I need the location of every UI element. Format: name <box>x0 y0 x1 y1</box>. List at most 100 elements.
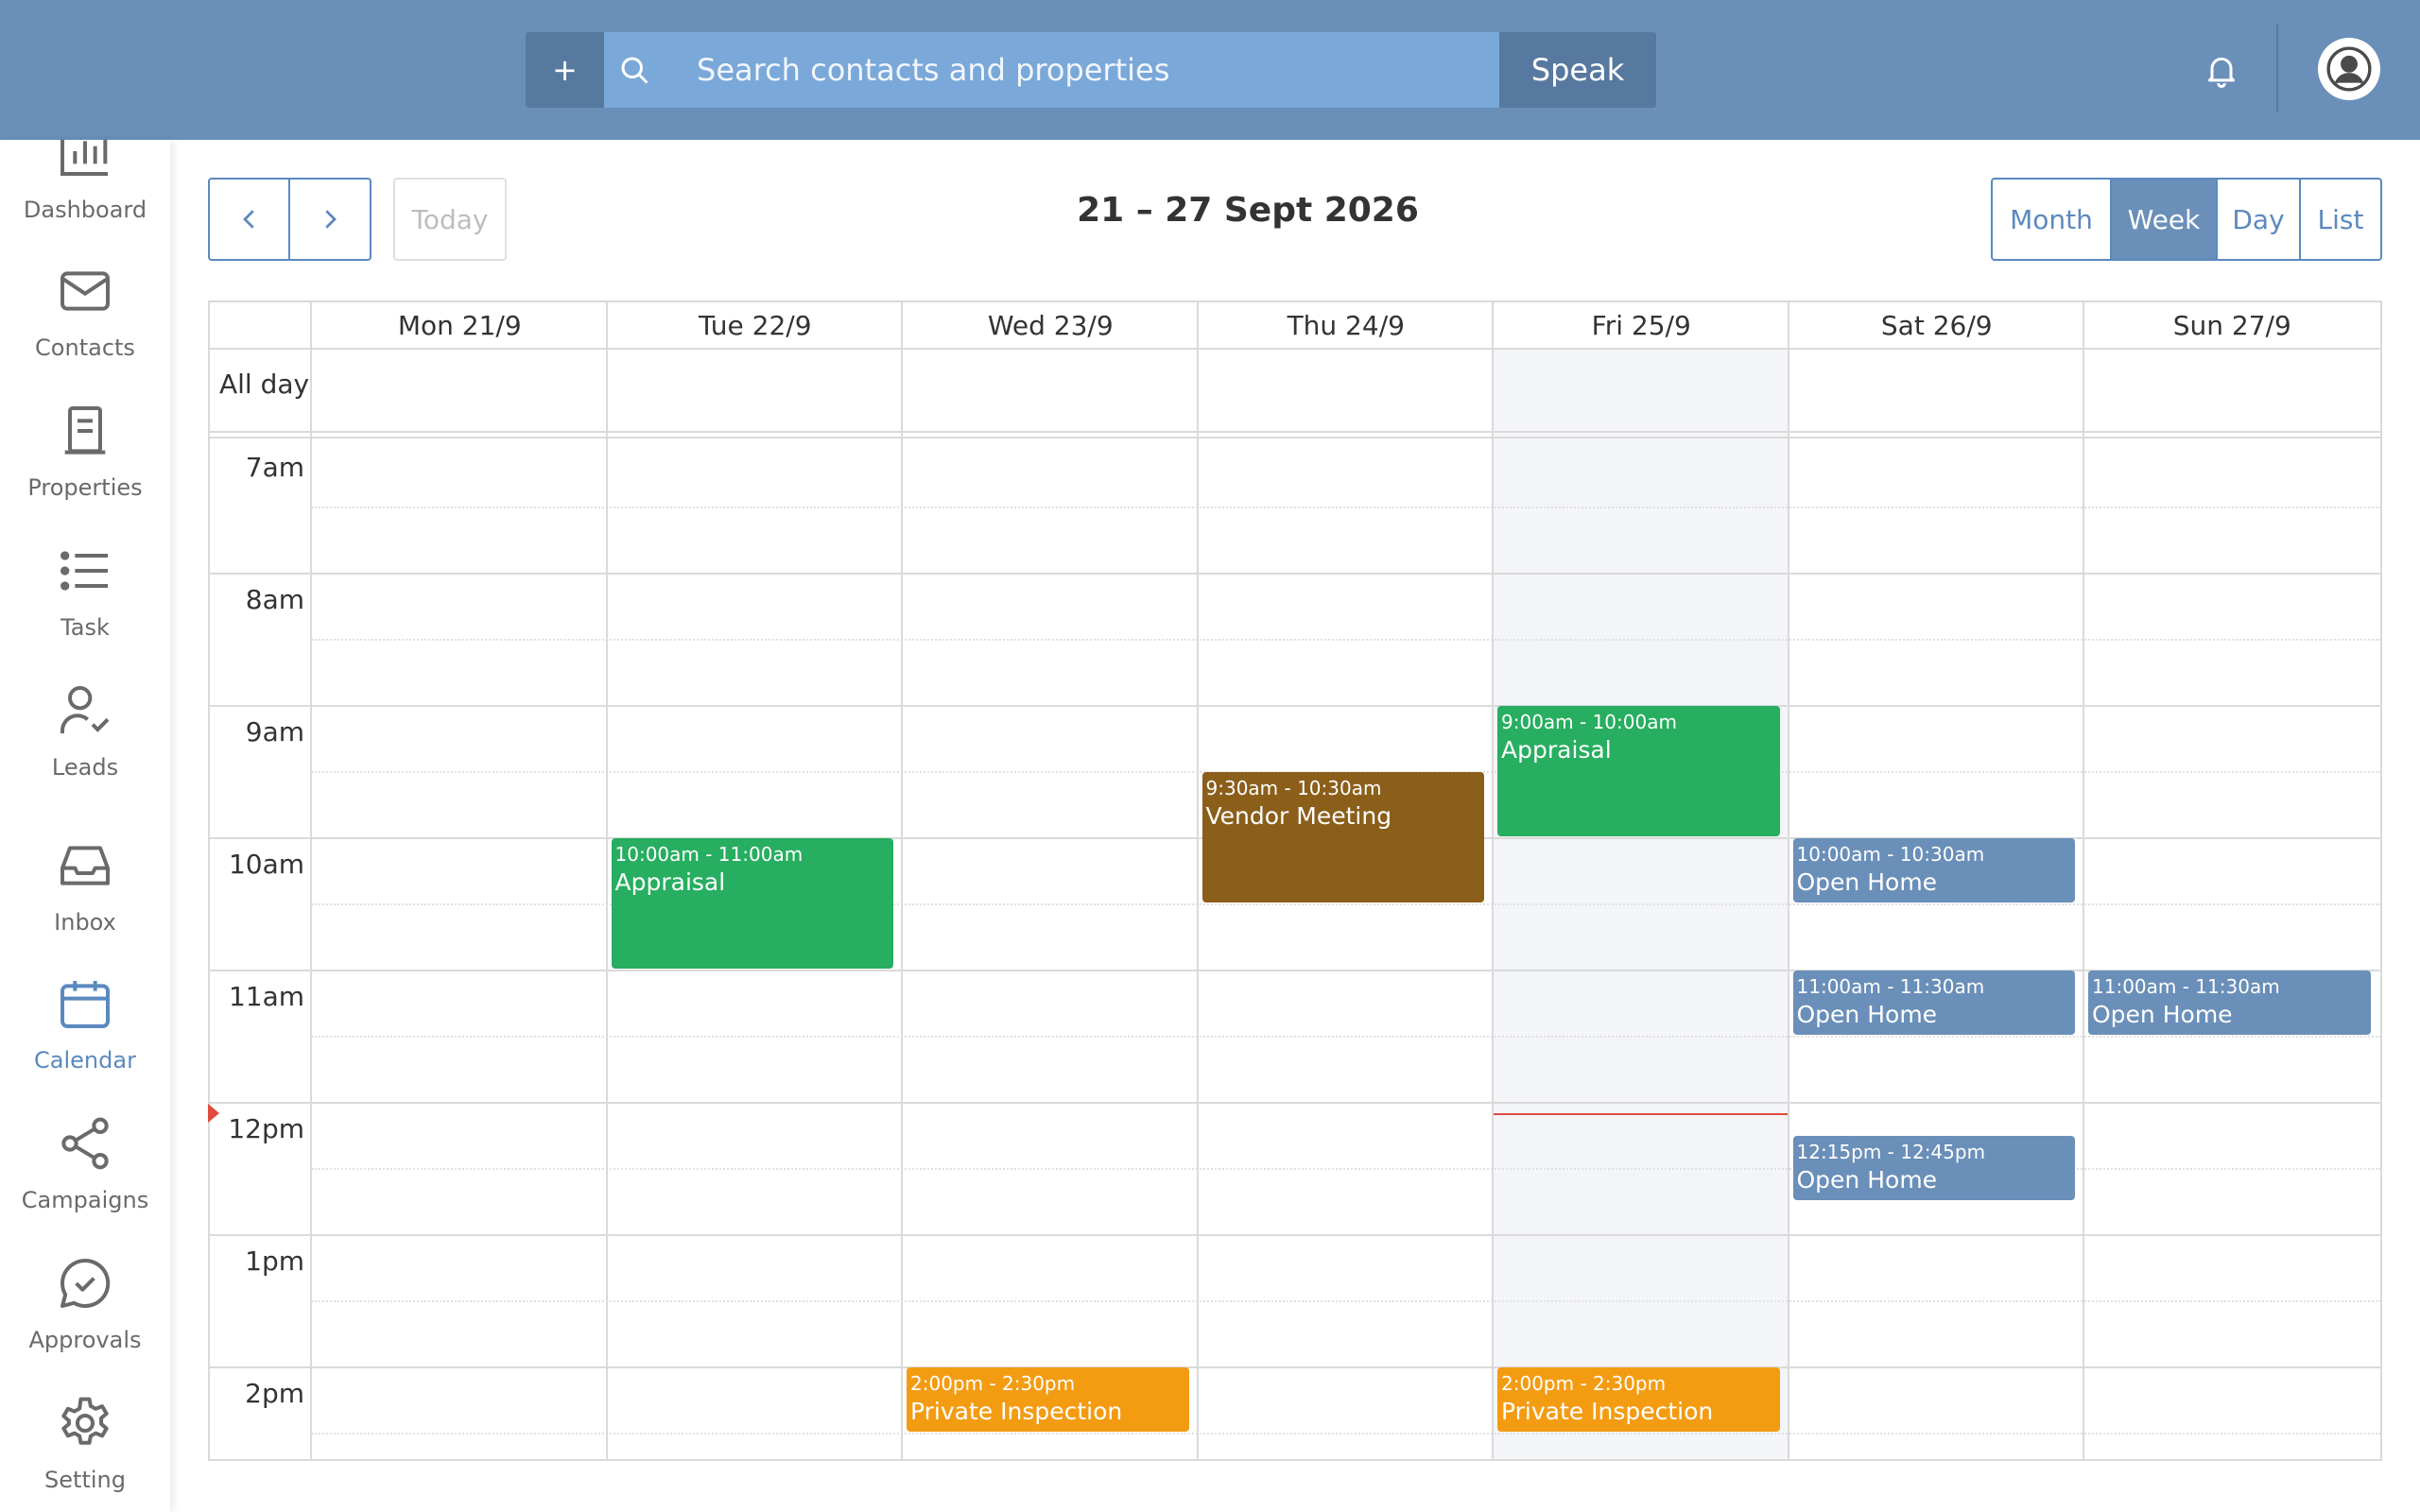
chevron-right-icon <box>325 210 337 229</box>
all-day-label: All day <box>219 369 310 400</box>
sidebar-item-task[interactable]: Task <box>0 541 170 673</box>
sidebar-item-properties[interactable]: Properties <box>0 401 170 533</box>
day-header[interactable]: Sun 27/9 <box>2084 302 2380 350</box>
event-time: 9:00am - 10:00am <box>1501 711 1677 733</box>
add-button[interactable]: + <box>526 32 604 108</box>
event-time: 12:15pm - 12:45pm <box>1796 1141 1986 1163</box>
sidebar-item-approvals[interactable]: Approvals <box>0 1253 170 1385</box>
sidebar-item-setting[interactable]: Setting <box>0 1393 170 1512</box>
sidebar-item-label: Dashboard <box>23 197 147 223</box>
event-title: Appraisal <box>1501 736 1612 764</box>
time-label: 1pm <box>245 1246 304 1277</box>
grid-column-line <box>1196 302 1199 1459</box>
day-header[interactable]: Mon 21/9 <box>312 302 608 350</box>
search-box <box>604 32 1499 108</box>
calendar-event[interactable]: 9:00am - 10:00am Appraisal <box>1497 706 1780 836</box>
day-header[interactable]: Wed 23/9 <box>903 302 1199 350</box>
view-list-button[interactable]: List <box>2299 178 2382 261</box>
today-button[interactable]: Today <box>393 178 507 261</box>
calendar-event[interactable]: 2:00pm - 2:30pm Private Inspection <box>1497 1367 1780 1432</box>
chat-check-icon <box>60 1258 111 1308</box>
speak-button[interactable]: Speak <box>1499 32 1656 108</box>
inbox-icon <box>60 846 110 885</box>
day-header[interactable]: Thu 24/9 <box>1199 302 1495 350</box>
time-label: 11am <box>228 981 304 1012</box>
user-avatar[interactable] <box>2318 38 2380 100</box>
hour-line <box>210 1102 2380 1104</box>
calendar-event[interactable]: 12:15pm - 12:45pm Open Home <box>1792 1136 2075 1200</box>
sidebar-item-inbox[interactable]: Inbox <box>0 835 170 968</box>
sidebar-item-label: Campaigns <box>21 1187 149 1213</box>
prev-week-button[interactable] <box>208 178 290 261</box>
bar-chart-icon <box>60 140 108 176</box>
grid-column-line <box>1492 302 1494 1459</box>
calendar-event[interactable]: 11:00am - 11:30am Open Home <box>2088 971 2371 1035</box>
time-label: 8am <box>245 584 304 615</box>
event-time: 2:00pm - 2:30pm <box>910 1372 1076 1395</box>
event-time: 2:00pm - 2:30pm <box>1501 1372 1667 1395</box>
half-hour-line <box>312 507 2380 508</box>
sidebar-item-label: Properties <box>27 474 143 501</box>
calendar-event[interactable]: 11:00am - 11:30am Open Home <box>1792 971 2075 1035</box>
day-header[interactable]: Tue 22/9 <box>608 302 904 350</box>
calendar-icon <box>60 981 110 1028</box>
sidebar-item-label: Inbox <box>54 909 116 936</box>
sidebar-item-label: Setting <box>44 1467 126 1493</box>
event-title: Private Inspection <box>1501 1398 1714 1425</box>
next-week-button[interactable] <box>288 178 372 261</box>
header-divider <box>2276 25 2278 112</box>
view-day-button[interactable]: Day <box>2216 178 2301 261</box>
week-calendar: All day 7am 8am 9am 10am 11am 12pm 1pm 2pm Mon … <box>208 301 2382 1461</box>
event-time: 11:00am - 11:30am <box>1796 975 1985 998</box>
day-header[interactable]: Fri 25/9 <box>1494 302 1789 350</box>
calendar-event[interactable]: 10:00am - 10:30am Open Home <box>1792 838 2075 902</box>
envelope-icon <box>60 271 110 311</box>
grid-line <box>210 431 2380 433</box>
grid-column-line <box>1787 302 1789 1459</box>
half-hour-line <box>312 1300 2380 1302</box>
sidebar-item-campaigns[interactable]: Campaigns <box>0 1113 170 1246</box>
calendar-event[interactable]: 10:00am - 11:00am Appraisal <box>611 838 893 969</box>
chevron-left-icon <box>242 210 254 229</box>
current-time-marker <box>208 1103 219 1123</box>
top-bar: + Speak <box>0 0 2420 140</box>
grid-line <box>210 437 2380 438</box>
share-icon <box>61 1117 109 1170</box>
gear-icon <box>61 1397 109 1445</box>
sidebar-item-calendar[interactable]: Calendar <box>0 973 170 1106</box>
hour-line <box>210 573 2380 575</box>
sidebar-item-label: Calendar <box>34 1047 136 1074</box>
sidebar-item-label: Leads <box>51 754 119 781</box>
event-title: Open Home <box>1796 868 1938 896</box>
event-title: Appraisal <box>614 868 726 896</box>
hour-line <box>210 705 2380 707</box>
event-time: 10:00am - 11:00am <box>614 843 804 866</box>
grid-column-line <box>605 302 608 1459</box>
sidebar-item-label: Task <box>60 614 110 641</box>
event-title: Vendor Meeting <box>1205 802 1392 830</box>
event-time: 9:30am - 10:30am <box>1205 777 1382 799</box>
building-icon <box>64 406 106 455</box>
view-week-button[interactable]: Week <box>2110 178 2218 261</box>
search-input[interactable] <box>604 32 1499 108</box>
bell-icon[interactable] <box>2203 51 2240 89</box>
sidebar-item-leads[interactable]: Leads <box>0 680 170 813</box>
half-hour-line <box>312 1036 2380 1038</box>
grid-column-line <box>2083 302 2084 1459</box>
sidebar: Dashboard Contacts Properties Task Leads… <box>0 140 170 1512</box>
grid-column-line <box>901 302 903 1459</box>
half-hour-line <box>312 639 2380 641</box>
sidebar-item-dashboard[interactable]: Dashboard <box>0 140 170 253</box>
event-time: 10:00am - 10:30am <box>1796 843 1985 866</box>
calendar-event[interactable]: 2:00pm - 2:30pm Private Inspection <box>907 1367 1189 1432</box>
list-icon <box>60 551 108 591</box>
sidebar-item-contacts[interactable]: Contacts <box>0 261 170 393</box>
event-title: Private Inspection <box>910 1398 1123 1425</box>
view-month-button[interactable]: Month <box>1991 178 2112 261</box>
day-header[interactable]: Sat 26/9 <box>1789 302 2085 350</box>
half-hour-line <box>312 1433 2380 1435</box>
calendar-event[interactable]: 9:30am - 10:30am Vendor Meeting <box>1201 772 1484 902</box>
today-column <box>1494 350 1788 1459</box>
current-time-line <box>1494 1112 1788 1115</box>
time-label: 12pm <box>228 1113 304 1144</box>
